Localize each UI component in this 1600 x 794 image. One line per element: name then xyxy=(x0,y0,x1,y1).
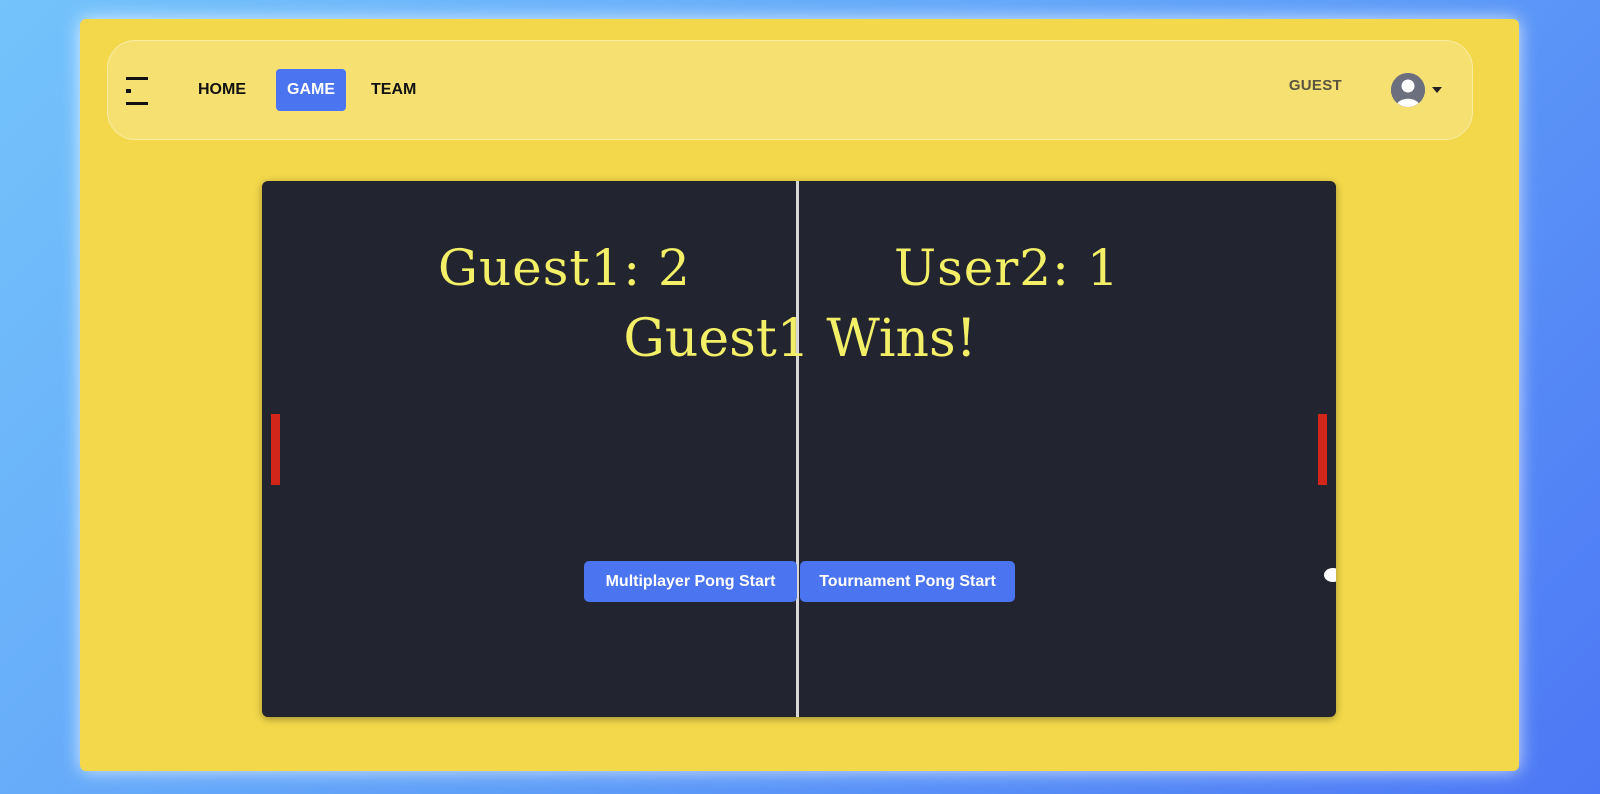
left-paddle xyxy=(271,414,280,485)
nav-team-link[interactable]: TEAM xyxy=(362,69,425,111)
user-name-label: GUEST xyxy=(1288,77,1342,94)
menu-logo-icon[interactable] xyxy=(126,77,148,105)
center-net xyxy=(796,181,799,717)
app-frame: HOME GAME TEAM GUEST Guest1: 2 User2: 1 … xyxy=(80,19,1519,771)
ball xyxy=(1324,568,1336,582)
winner-message: Guest1 Wins! xyxy=(623,309,977,369)
left-player-score: Guest1: 2 xyxy=(438,239,691,297)
nav-game-link[interactable]: GAME xyxy=(276,69,346,111)
multiplayer-pong-start-button[interactable]: Multiplayer Pong Start xyxy=(584,561,797,602)
pong-game-board[interactable]: Guest1: 2 User2: 1 Guest1 Wins! Multipla… xyxy=(262,181,1336,717)
right-paddle xyxy=(1318,414,1327,485)
tournament-pong-start-button[interactable]: Tournament Pong Start xyxy=(800,561,1015,602)
navbar: HOME GAME TEAM GUEST xyxy=(107,40,1473,140)
avatar-icon[interactable] xyxy=(1391,73,1425,107)
chevron-down-icon[interactable] xyxy=(1432,87,1442,93)
right-player-score: User2: 1 xyxy=(894,239,1120,297)
nav-home-link[interactable]: HOME xyxy=(189,69,255,111)
